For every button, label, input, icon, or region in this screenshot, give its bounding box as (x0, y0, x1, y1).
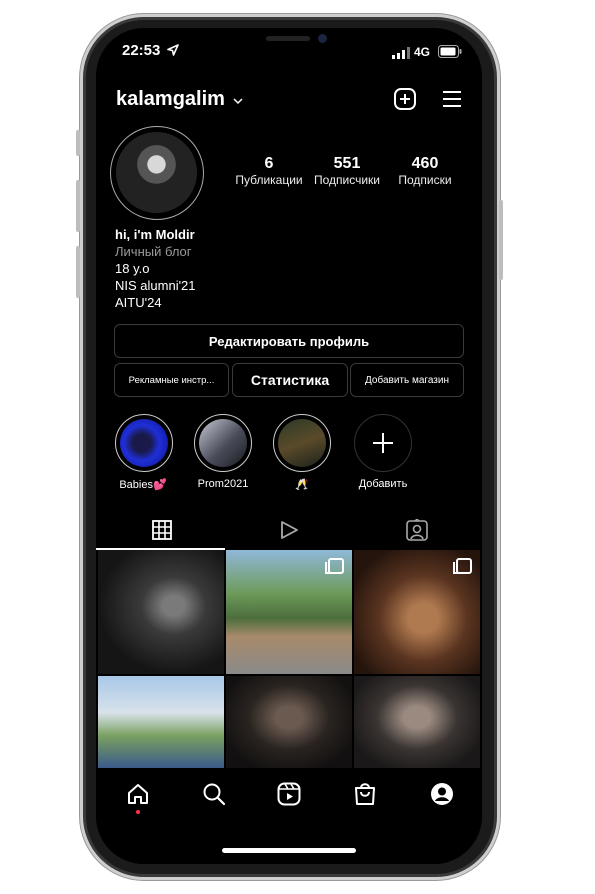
highlight-prom2021[interactable] (194, 414, 252, 472)
stat-posts[interactable]: 6 Публикации (232, 155, 306, 187)
plus-icon (373, 433, 393, 453)
volume-down-button (76, 246, 80, 298)
status-time: 22:53 (122, 42, 179, 59)
grid-tab-icon[interactable] (152, 520, 172, 545)
stat-following-label: Подписки (398, 173, 452, 187)
highlight-glasses[interactable] (273, 414, 331, 472)
post-thumbnail[interactable] (354, 676, 480, 768)
network-label: 4G (414, 45, 431, 59)
stat-posts-value: 6 (264, 155, 274, 172)
post-thumbnail[interactable] (98, 550, 224, 674)
bio-name: hi, i'm Moldir (115, 227, 195, 242)
profile-icon[interactable] (430, 782, 454, 811)
profile-tabs (96, 513, 482, 550)
bio-line: 18 y.o (115, 261, 150, 276)
post-thumbnail[interactable] (98, 676, 224, 768)
multi-photo-icon (453, 558, 472, 574)
avatar-ring[interactable] (110, 126, 204, 220)
add-shop-button[interactable]: Добавить магазин (350, 363, 464, 397)
location-arrow-icon (166, 44, 179, 56)
highlight-cover (278, 419, 326, 467)
tagged-tab-icon[interactable] (406, 518, 428, 546)
post-thumbnail[interactable] (354, 550, 480, 674)
volume-up-button (76, 180, 80, 232)
add-highlight-button[interactable] (354, 414, 412, 472)
reels-icon[interactable] (277, 782, 301, 811)
notch (208, 28, 370, 58)
highlight-label: Prom2021 (197, 478, 249, 490)
home-icon[interactable] (126, 782, 150, 814)
chevron-down-icon (232, 98, 243, 105)
stat-followers[interactable]: 551 Подписчики (309, 155, 385, 187)
highlight-babies[interactable] (115, 414, 173, 472)
mute-switch (76, 130, 80, 156)
highlight-label: Babies💕 (119, 479, 167, 491)
insights-button[interactable]: Статистика (232, 363, 348, 397)
battery-icon (438, 45, 462, 63)
highlight-label: Добавить (358, 478, 408, 490)
post-thumbnail[interactable] (226, 550, 352, 674)
stat-following-value: 460 (411, 155, 439, 172)
post-thumbnail[interactable] (226, 676, 352, 768)
bio-category: Личный блог (115, 244, 192, 259)
stat-posts-label: Публикации (235, 173, 303, 187)
username-header[interactable]: kalamgalim (116, 88, 243, 111)
bio-line: NIS alumni'21 (115, 278, 196, 293)
highlight-label: 🥂 (295, 479, 309, 491)
bio: hi, i'm Moldir Личный блог 18 y.o NIS al… (115, 226, 196, 311)
search-icon[interactable] (202, 782, 226, 811)
front-camera (318, 34, 327, 43)
avatar (116, 132, 197, 213)
speaker (266, 36, 310, 41)
home-indicator[interactable] (222, 848, 356, 853)
notification-dot (136, 810, 140, 814)
phone-screen: 22:53 4G kalamgalim 6 Публикации 551 Под… (96, 28, 482, 864)
stat-followers-label: Подписчики (313, 173, 380, 187)
shop-icon[interactable] (353, 781, 377, 812)
reels-tab-icon[interactable] (279, 520, 299, 545)
highlight-cover (199, 419, 247, 467)
multi-photo-icon (325, 558, 344, 574)
stat-following[interactable]: 460 Подписки (388, 155, 462, 187)
ad-tools-button[interactable]: Рекламные инстр... (114, 363, 229, 397)
highlight-cover (120, 419, 168, 467)
stat-followers-value: 551 (333, 155, 361, 172)
power-button (499, 200, 503, 280)
edit-profile-button[interactable]: Редактировать профиль (114, 324, 464, 358)
bio-line: AITU'24 (115, 295, 162, 310)
signal-icon (392, 46, 410, 64)
menu-icon[interactable] (442, 90, 462, 113)
create-post-icon[interactable] (394, 88, 416, 115)
